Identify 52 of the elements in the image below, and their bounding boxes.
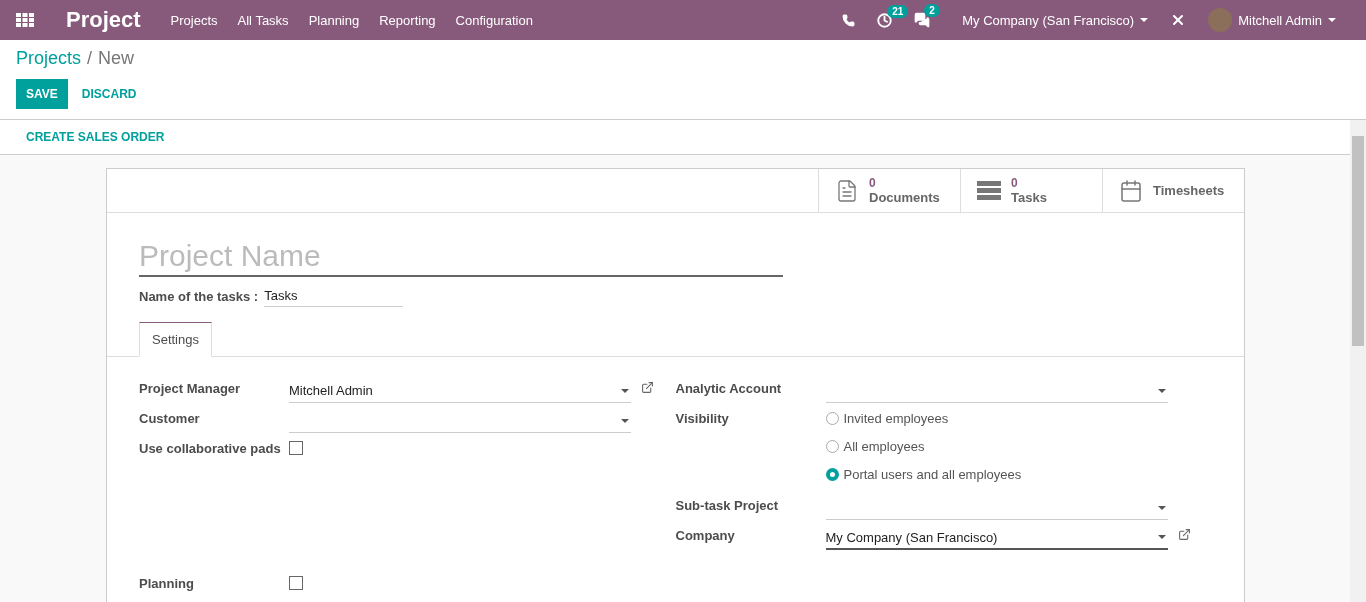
create-sales-order-button[interactable]: CREATE SALES ORDER <box>16 122 175 152</box>
radio-button[interactable] <box>825 440 839 453</box>
menu-item[interactable]: Projects <box>170 12 218 28</box>
radio-label: All employees <box>843 439 925 454</box>
radio-label: Invited employees <box>843 411 949 426</box>
chat-icon[interactable] <box>914 12 931 28</box>
select-field[interactable]: Mitchell Admin <box>289 381 631 403</box>
field-label: Visibility <box>675 411 730 426</box>
radio-button[interactable] <box>825 412 839 425</box>
breadcrumb-link[interactable]: Projects <box>16 48 82 69</box>
external-link-icon[interactable] <box>641 381 654 394</box>
scrollbar[interactable] <box>1350 120 1366 602</box>
external-link-icon[interactable] <box>1177 528 1191 541</box>
checkbox[interactable] <box>289 576 303 590</box>
field-label: Customer <box>139 411 201 426</box>
company-switcher[interactable]: My Company (San Francisco) <box>962 12 1149 28</box>
app-title: Project <box>66 7 141 33</box>
caret-icon <box>621 388 629 393</box>
field-label: Analytic Account <box>675 381 783 396</box>
menu-item[interactable]: Configuration <box>455 12 533 28</box>
save-button[interactable]: SAVE <box>16 79 68 109</box>
user-menu[interactable]: Mitchell Admin <box>1238 12 1336 28</box>
menu-item[interactable]: Planning <box>308 12 360 28</box>
list-icon <box>977 180 1001 201</box>
checkbox[interactable] <box>289 441 303 455</box>
calendar-icon <box>1119 178 1143 203</box>
activity-count: 21 <box>887 4 909 18</box>
field-label: Company <box>675 528 736 543</box>
app-grid-icon[interactable] <box>16 13 34 27</box>
field-label: Project Manager <box>139 381 242 396</box>
breadcrumb-separator: / <box>87 48 93 69</box>
caret-icon <box>621 418 629 423</box>
field-label: Use collaborative pads <box>139 441 282 456</box>
clock-icon[interactable] <box>877 12 893 28</box>
caret-icon <box>1157 505 1166 510</box>
breadcrumb-current: New <box>98 48 135 69</box>
user-avatar <box>1208 8 1233 32</box>
radio-button[interactable] <box>825 468 839 481</box>
radio-label: Portal users and all employees <box>843 467 1022 482</box>
caret-icon <box>1157 535 1166 539</box>
message-count: 2 <box>924 4 940 17</box>
discard-button[interactable]: DISCARD <box>71 79 147 109</box>
phone-icon[interactable] <box>842 13 856 27</box>
select-field[interactable]: My Company (San Francisco) <box>825 528 1168 550</box>
field-label: Name of the tasks : <box>139 288 259 304</box>
menu-item[interactable]: Reporting <box>379 12 436 28</box>
caret-icon <box>1157 388 1166 393</box>
field-label: Sub-task Project <box>675 498 780 513</box>
field-label: Planning <box>139 576 195 591</box>
document-icon <box>835 178 859 203</box>
menu-item[interactable]: All Tasks <box>237 12 289 28</box>
tab[interactable]: Settings <box>139 322 212 357</box>
